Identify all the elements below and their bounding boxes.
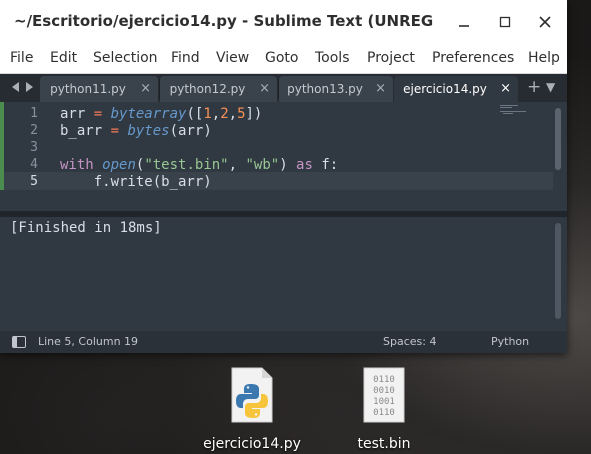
cursor-position[interactable]: Line 5, Column 19 (38, 335, 138, 348)
build-output-text: [Finished in 18ms] (10, 220, 162, 236)
desktop-file-testbin[interactable]: 0110 0010 1001 0110 test.bin (329, 366, 439, 452)
syntax-setting[interactable]: Python (491, 335, 529, 348)
tab-right-arrow-icon[interactable] (25, 80, 35, 94)
status-bar: Line 5, Column 19 Spaces: 4 Python (0, 331, 567, 353)
line-number: 1 (30, 106, 38, 121)
new-tab-icon[interactable]: + (527, 77, 541, 97)
modified-lines-marker (0, 102, 4, 190)
menu-goto[interactable]: Goto (265, 50, 298, 66)
tab-label: ejercicio14.py (403, 82, 487, 96)
tab-list-icon[interactable]: ▼ (546, 80, 555, 94)
tab-python12[interactable]: python12.py × (160, 76, 277, 102)
desktop-file-label: ejercicio14.py (203, 436, 301, 452)
tab-python13[interactable]: python13.py × (279, 76, 393, 102)
menu-project[interactable]: Project (367, 50, 415, 66)
line-gutter: 1 2 3 4 5 (0, 102, 44, 211)
desktop-file-label: test.bin (357, 436, 411, 452)
code-line-2: b_arr = bytes(arr) (60, 123, 212, 139)
tab-close-icon[interactable]: × (140, 81, 151, 96)
minimize-icon (459, 25, 469, 27)
tab-label: python12.py (169, 82, 246, 96)
build-output-panel: [Finished in 18ms] (0, 217, 567, 326)
maximize-icon (499, 16, 511, 28)
title-bar[interactable]: ~/Escritorio/ejercicio14.py - Sublime Te… (0, 0, 567, 44)
line-number: 3 (30, 140, 38, 155)
menu-bar: File Edit Selection Find View Goto Tools… (0, 44, 567, 74)
menu-tools[interactable]: Tools (315, 50, 350, 66)
line-number: 4 (30, 157, 38, 172)
line-number: 2 (30, 123, 38, 138)
close-icon (539, 16, 551, 28)
line-number: 5 (30, 174, 38, 189)
indentation-setting[interactable]: Spaces: 4 (383, 335, 436, 348)
window-title: ~/Escritorio/ejercicio14.py - Sublime Te… (14, 12, 434, 30)
svg-text:1001: 1001 (373, 397, 395, 407)
code-line-5: f.write(b_arr) (60, 174, 212, 190)
menu-view[interactable]: View (216, 50, 249, 66)
menu-preferences[interactable]: Preferences (432, 50, 514, 66)
menu-help[interactable]: Help (528, 50, 560, 66)
desktop-file-ejercicio14[interactable]: ejercicio14.py (197, 366, 307, 452)
output-scrollbar[interactable] (555, 223, 561, 319)
panel-toggle-icon[interactable] (12, 336, 26, 348)
code-line-1: arr = bytearray([1,2,5]) (60, 106, 263, 122)
maximize-button[interactable] (493, 10, 517, 34)
menu-find[interactable]: Find (171, 50, 200, 66)
close-button[interactable] (533, 10, 557, 34)
svg-text:0110: 0110 (373, 375, 395, 385)
tab-left-arrow-icon[interactable] (10, 80, 20, 94)
code-editor[interactable]: 1 2 3 4 5 arr = bytearray([1,2,5]) b_arr… (0, 102, 567, 211)
menu-selection[interactable]: Selection (93, 50, 158, 66)
svg-text:0110: 0110 (373, 408, 395, 418)
python-file-icon (231, 367, 273, 423)
svg-text:0010: 0010 (373, 386, 395, 396)
minimize-button[interactable] (452, 10, 476, 34)
tab-label: python13.py (287, 82, 363, 96)
tab-bar: python11.py × python12.py × python13.py … (0, 74, 567, 102)
minimap[interactable] (500, 104, 540, 118)
tab-label: python11.py (50, 82, 126, 96)
tab-close-icon[interactable]: × (375, 81, 386, 96)
editor-scrollbar[interactable] (555, 108, 561, 170)
tab-ejercicio14[interactable]: ejercicio14.py × (394, 76, 518, 102)
tab-close-icon[interactable]: × (259, 81, 270, 96)
menu-edit[interactable]: Edit (50, 50, 77, 66)
tab-close-icon[interactable]: × (500, 81, 511, 96)
sublime-window: ~/Escritorio/ejercicio14.py - Sublime Te… (0, 0, 567, 353)
binary-file-icon: 0110 0010 1001 0110 (363, 367, 405, 423)
code-line-4: with open("test.bin", "wb") as f: (60, 157, 339, 173)
tab-python11[interactable]: python11.py × (40, 76, 158, 102)
menu-file[interactable]: File (10, 50, 33, 66)
